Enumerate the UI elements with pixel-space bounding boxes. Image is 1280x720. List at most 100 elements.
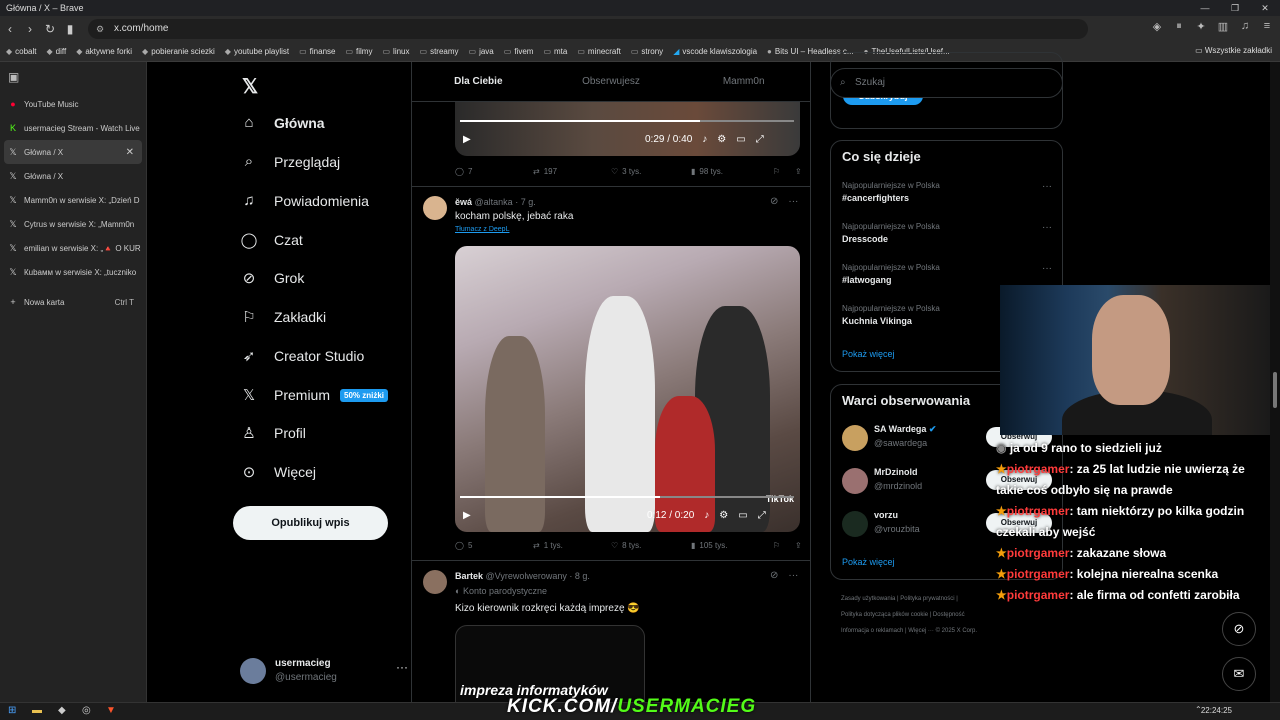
- page-scrollbar[interactable]: [1270, 62, 1280, 702]
- video-progress-bar[interactable]: [460, 120, 794, 122]
- app-icon[interactable]: ◆: [58, 705, 66, 716]
- nav-profile[interactable]: ♙ Profil: [240, 424, 306, 442]
- extensions-icon[interactable]: ✦: [1194, 20, 1208, 33]
- translate-link[interactable]: Tłumacz z DeepL: [455, 226, 509, 233]
- tab-x-home[interactable]: 𝕏 Główna / X: [0, 164, 146, 188]
- share-icon[interactable]: ⇪: [795, 541, 802, 550]
- bookmark-item[interactable]: ◆ cobalt: [6, 47, 37, 56]
- bookmark-page-icon[interactable]: ▮: [60, 22, 80, 36]
- like-button[interactable]: ♡ 8 tys.: [611, 541, 691, 550]
- fullscreen-icon[interactable]: ⤢: [758, 510, 766, 521]
- more-horizontal-icon[interactable]: ···: [1042, 181, 1052, 192]
- close-window-icon[interactable]: ✕: [1250, 0, 1280, 16]
- bookmark-item[interactable]: ◆ youtube playlist: [225, 47, 289, 56]
- media-icon[interactable]: ♫: [1238, 20, 1252, 33]
- volume-icon[interactable]: ♪: [702, 134, 707, 145]
- video-progress-bar[interactable]: [460, 496, 794, 498]
- tab-list-mammon[interactable]: Mamm0n: [677, 62, 810, 101]
- menu-icon[interactable]: ≡: [1260, 20, 1274, 33]
- reply-button[interactable]: ◯ 7: [455, 167, 533, 176]
- tab-x-post[interactable]: 𝕏 Mamm0n w serwisie X: „Dzień D: [0, 188, 146, 212]
- sidebar-toggle-icon[interactable]: ▥: [1216, 20, 1230, 33]
- account-switcher[interactable]: usermacieg @usermacieg ···: [240, 654, 408, 688]
- tweet-author[interactable]: Bartek @Vyrewolwerowany · 8 g.: [455, 571, 590, 581]
- nav-home[interactable]: ⌂ Główna: [240, 114, 324, 131]
- nav-grok[interactable]: ⊘ Grok: [240, 269, 305, 287]
- grok-icon[interactable]: ⊘: [770, 570, 778, 581]
- tab-youtube-music[interactable]: ● YouTube Music: [0, 92, 146, 116]
- x-logo-icon[interactable]: 𝕏: [242, 74, 258, 99]
- play-icon[interactable]: ▶: [463, 510, 471, 521]
- more-horizontal-icon[interactable]: ···: [788, 196, 798, 207]
- tab-x-home-active[interactable]: 𝕏 Główna / X ✕: [4, 140, 142, 164]
- bookmark-folder[interactable]: ▭ fivem: [504, 47, 534, 56]
- nav-bookmarks[interactable]: ⚐ Zakładki: [240, 308, 326, 326]
- bookmark-folder[interactable]: ▭ mta: [543, 47, 567, 56]
- trend-item[interactable]: Najpopularniejsze w Polska #cancerfighter…: [842, 181, 1052, 203]
- tab-for-you[interactable]: Dla Ciebie: [412, 62, 545, 101]
- tab-x-post[interactable]: 𝕏 Cytrus w serwisie X: „Mamm0n: [0, 212, 146, 236]
- nav-notifications[interactable]: ♫ Powiadomienia: [240, 192, 369, 209]
- bookmark-item[interactable]: ◆ diff: [47, 47, 67, 56]
- app-icon[interactable]: ◎: [82, 705, 91, 716]
- close-tab-icon[interactable]: ✕: [126, 147, 134, 158]
- more-horizontal-icon[interactable]: ···: [1042, 263, 1052, 274]
- site-info-icon[interactable]: ⚙: [96, 19, 104, 39]
- fullscreen-icon[interactable]: ⤢: [756, 134, 764, 145]
- footer-links[interactable]: Zasady użytkowania | Polityka prywatnośc…: [841, 596, 958, 602]
- maximize-icon[interactable]: ❐: [1220, 0, 1250, 16]
- messages-fab-icon[interactable]: ✉: [1222, 657, 1256, 691]
- brave-taskbar-icon[interactable]: ▼: [106, 705, 116, 716]
- video-player[interactable]: impreza informatyków: [455, 625, 645, 702]
- footer-links[interactable]: Polityka dotycząca plików cookie | Dostę…: [841, 612, 965, 618]
- new-tab-button[interactable]: + Nowa karta Ctrl T: [0, 290, 146, 314]
- nav-premium[interactable]: 𝕏 Premium 50% zniżki: [240, 386, 389, 404]
- address-bar[interactable]: ⚙ x.com/home: [88, 19, 1088, 39]
- volume-icon[interactable]: ♪: [704, 510, 709, 521]
- start-menu-icon[interactable]: ⊞: [8, 705, 16, 716]
- bookmark-folder[interactable]: ▭ minecraft: [577, 47, 620, 56]
- video-player[interactable]: ▶ 0:29 / 0:40 ♪ ⚙ ▭ ⤢: [455, 102, 800, 156]
- reply-button[interactable]: ◯ 5: [455, 541, 533, 550]
- tab-x-post[interactable]: 𝕏 Кubамм w serwisie X: „tuczniko: [0, 260, 146, 284]
- search-input[interactable]: ⌕ Szukaj: [830, 68, 1063, 98]
- show-more-link[interactable]: Pokaż więcej: [842, 349, 895, 359]
- bookmark-item[interactable]: ◆ aktywne forki: [76, 47, 132, 56]
- brave-shield-icon[interactable]: ◈: [1150, 20, 1164, 33]
- views-button[interactable]: ▮ 105 tys.: [691, 541, 773, 550]
- post-button[interactable]: Opublikuj wpis: [233, 506, 388, 540]
- nav-explore[interactable]: ⌕ Przeglądaj: [240, 153, 340, 170]
- trend-item[interactable]: Najpopularniejsze w Polska Dresscode ···: [842, 222, 1052, 244]
- bookmark-folder[interactable]: ▭ strony: [631, 47, 663, 56]
- footer-links[interactable]: Informacja o reklamach | Więcej ··· © 20…: [841, 628, 977, 634]
- video-player[interactable]: TikTok ▶ 0:12 / 0:20 ♪ ⚙ ▭ ⤢: [455, 246, 800, 532]
- repost-button[interactable]: ⇄ 1 tys.: [533, 541, 611, 550]
- bookmark-folder[interactable]: ▭ finanse: [299, 47, 335, 56]
- more-horizontal-icon[interactable]: ···: [1042, 222, 1052, 233]
- bookmark-icon[interactable]: ⚐: [773, 167, 795, 176]
- reload-icon[interactable]: ↻: [40, 22, 60, 36]
- tab-kick-stream[interactable]: Kusermacieg Stream - Watch Live: [0, 116, 146, 140]
- more-horizontal-icon[interactable]: ···: [396, 660, 408, 674]
- repost-button[interactable]: ⇄ 197: [533, 167, 611, 176]
- bookmark-icon[interactable]: ⚐: [773, 541, 795, 550]
- views-button[interactable]: ▮ 98 tys.: [691, 167, 773, 176]
- settings-icon[interactable]: ⚙: [719, 510, 728, 521]
- forward-icon[interactable]: ›: [20, 22, 40, 36]
- like-button[interactable]: ♡ 3 tys.: [611, 167, 691, 176]
- bookmark-folder[interactable]: ▭ java: [469, 47, 494, 56]
- nav-more[interactable]: ⊙ Więcej: [240, 463, 316, 481]
- bookmark-folder[interactable]: ▭ filmy: [345, 47, 372, 56]
- file-explorer-icon[interactable]: ▬: [32, 705, 42, 716]
- bookmark-folder[interactable]: ▭ linux: [382, 47, 409, 56]
- more-horizontal-icon[interactable]: ···: [788, 570, 798, 581]
- pip-icon[interactable]: ▭: [736, 134, 745, 145]
- trend-item[interactable]: Najpopularniejsze w Polska #latwogang ···: [842, 263, 1052, 285]
- tab-x-post[interactable]: 𝕏emilian w serwisie X: „🔺 O KUR: [0, 236, 146, 260]
- play-icon[interactable]: ▶: [463, 134, 471, 145]
- show-more-link[interactable]: Pokaż więcej: [842, 557, 895, 567]
- scrollbar-thumb[interactable]: [1273, 372, 1277, 408]
- avatar[interactable]: [423, 196, 447, 220]
- avatar[interactable]: [423, 570, 447, 594]
- tweet-author[interactable]: ĕwá @altanka · 7 g.: [455, 197, 536, 207]
